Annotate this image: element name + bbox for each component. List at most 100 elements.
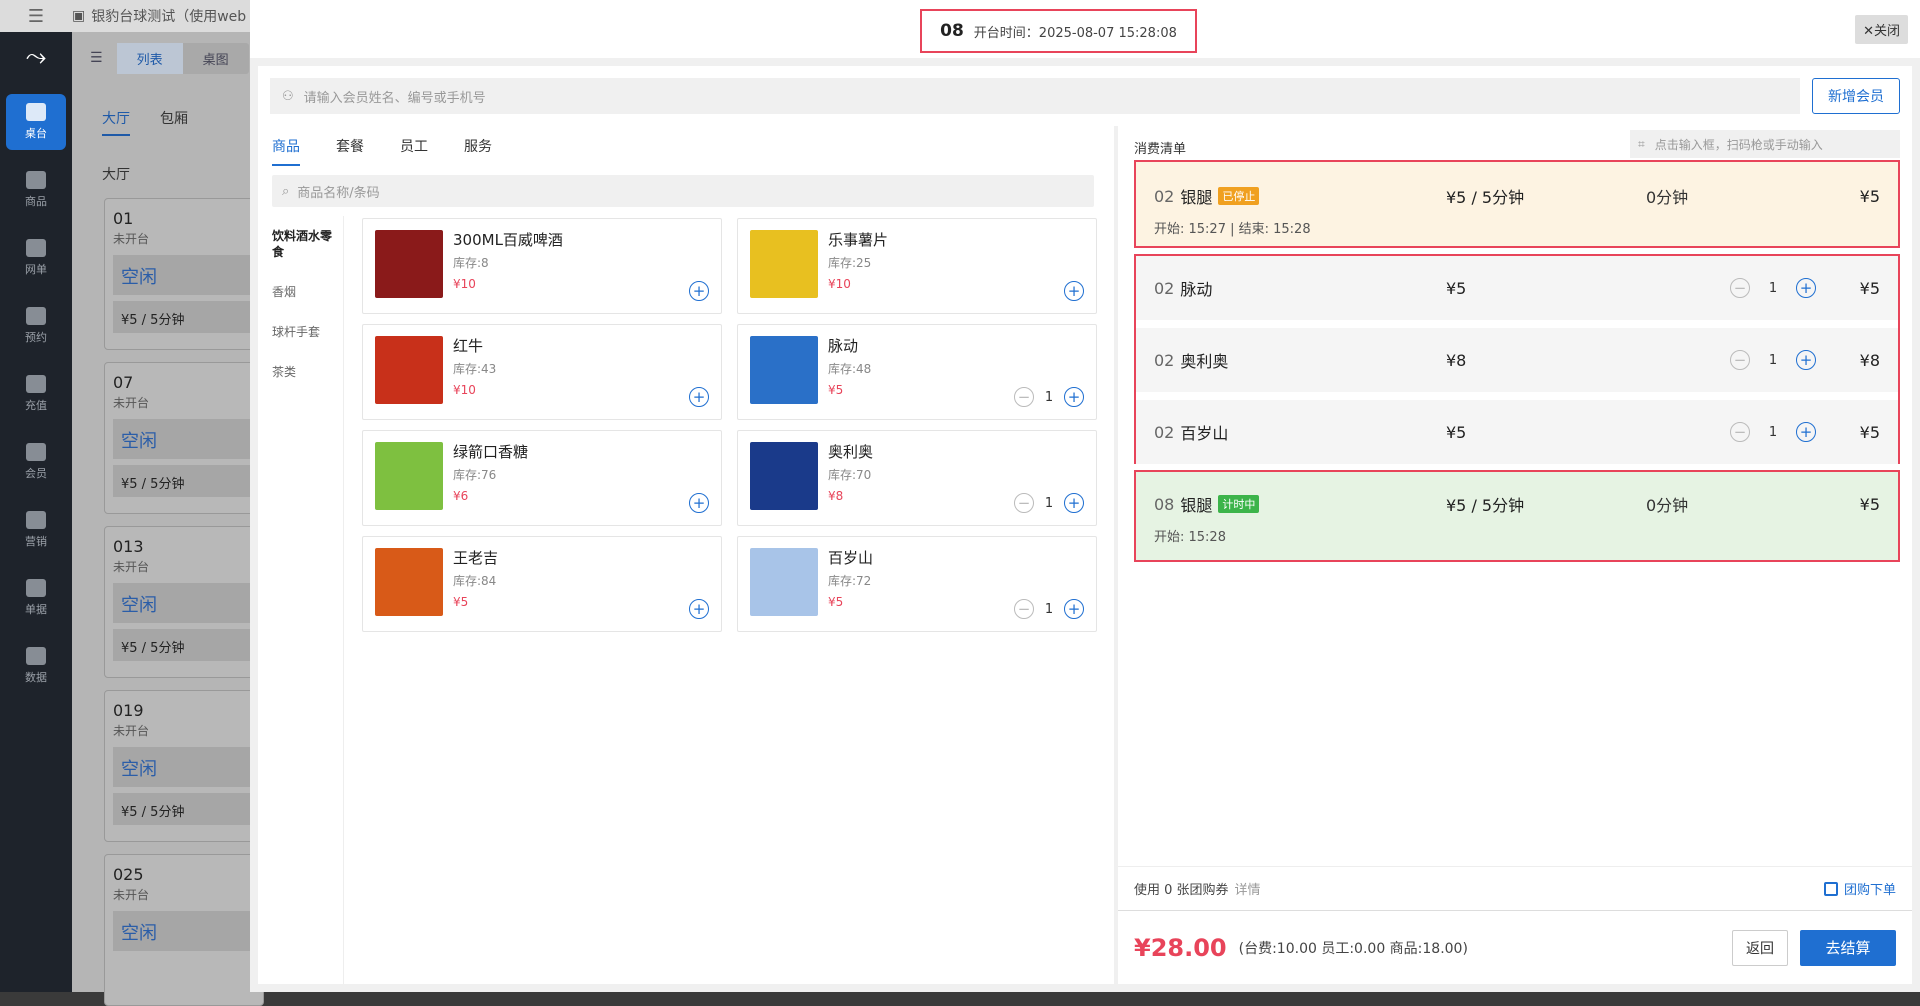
order-icon (26, 239, 46, 257)
plus-icon[interactable]: + (1064, 599, 1084, 619)
goods-stock: 库存:76 (453, 468, 497, 482)
table-state: 空闲 (113, 255, 255, 295)
bill-goods-row[interactable]: 02 脉动 ¥5 − 1 + ¥5 (1136, 256, 1898, 320)
sidebar-item-1[interactable]: 商品 (6, 162, 66, 218)
chart-icon (26, 647, 46, 665)
sidebar-item-0[interactable]: 桌台 (6, 94, 66, 150)
recharge-icon (26, 375, 46, 393)
goods-search-input[interactable]: ⌕ 商品名称/条码 (272, 175, 1094, 207)
goods-info: 奥利奥 库存:70 ¥8 (828, 441, 873, 503)
subcategory-item[interactable]: 茶类 (258, 352, 343, 392)
close-icon: ✕ (1863, 23, 1874, 38)
plus-icon[interactable]: + (689, 599, 709, 619)
quantity-stepper: + (689, 387, 709, 407)
view-map-tab[interactable]: 桌图 (183, 43, 249, 74)
quantity-stepper: − 1 + (1730, 350, 1816, 370)
category-tab[interactable]: 员工 (400, 136, 428, 166)
plus-icon[interactable]: + (1064, 281, 1084, 301)
new-member-button[interactable]: 新增会员 (1812, 78, 1900, 114)
goods-stock: 库存:84 (453, 574, 497, 588)
view-toggle[interactable]: 列表 桌图 (116, 42, 249, 74)
plus-icon[interactable]: + (1796, 350, 1816, 370)
plus-icon[interactable]: + (1064, 387, 1084, 407)
subcategory-item[interactable]: 球杆手套 (258, 312, 343, 352)
background-table-card[interactable]: 01 未开台 空闲 ¥5 / 5分钟 (104, 198, 264, 350)
area-tab-room[interactable]: 包厢 (160, 108, 188, 136)
back-button[interactable]: 返回 (1732, 929, 1788, 966)
menu-icon[interactable]: ☰ (0, 6, 72, 27)
goods-stock: 库存:70 (828, 468, 872, 482)
groupbuy-label: 团购下单 (1843, 883, 1896, 898)
item-qty: 1 (1768, 280, 1778, 296)
running-table-item[interactable]: 08 银腿 计时中 ¥5 / 5分钟 0分钟 ¥5 开始: 15:28 (1134, 470, 1900, 562)
subcategory-item[interactable]: 饮料酒水零食 (258, 216, 343, 272)
goods-stock: 库存:25 (828, 256, 872, 270)
plus-icon[interactable]: + (689, 387, 709, 407)
item-price: ¥5 (1446, 422, 1467, 442)
sidebar-item-label: 数据 (25, 671, 47, 684)
coupon-detail-link[interactable]: 详情 (1235, 879, 1261, 898)
goods-card[interactable]: 奥利奥 库存:70 ¥8 −1 + (737, 430, 1097, 526)
collapse-icon[interactable]: ☰ (90, 50, 103, 66)
minus-icon[interactable]: − (1014, 493, 1034, 513)
plus-icon[interactable]: + (1796, 278, 1816, 298)
table-number: 019 (113, 701, 144, 720)
category-tab[interactable]: 套餐 (336, 136, 364, 166)
close-button[interactable]: ✕关闭 (1855, 15, 1908, 44)
sidebar-item-5[interactable]: 会员 (6, 434, 66, 490)
checkout-bar: ¥28.00 (台费:10.00 员工:0.00 商品:18.00) 返回 去结… (1118, 910, 1912, 984)
goods-name: 乐事薯片 (828, 231, 889, 249)
sidebar-item-4[interactable]: 充值 (6, 366, 66, 422)
minus-icon[interactable]: − (1730, 422, 1750, 442)
background-table-view: ☰ 列表 桌图 大厅 包厢 大厅 01 未开台 空闲 ¥5 / 5分钟 07 未开台 空闲 ¥… (72, 32, 264, 1006)
search-icon: ⌕ (282, 183, 290, 199)
member-placeholder: 请输入会员姓名、编号或手机号 (303, 90, 486, 106)
open-table-dialog: 08 开台时间：2025-08-07 15:28:08 ✕关闭 ⚇ 请输入会员姓… (250, 0, 1920, 992)
item-name: 奥利奥 (1180, 352, 1229, 371)
goods-card[interactable]: 红牛 库存:43 ¥10 + (362, 324, 722, 420)
table-price: ¥5 / 5分钟 (113, 793, 255, 825)
goods-card[interactable]: 王老吉 库存:84 ¥5 + (362, 536, 722, 632)
table-status: 未开台 (113, 724, 150, 738)
sidebar-item-7[interactable]: 单据 (6, 570, 66, 626)
goods-card[interactable]: 300ML百威啤酒 库存:8 ¥10 + (362, 218, 722, 314)
minus-icon[interactable]: − (1730, 350, 1750, 370)
goods-card[interactable]: 绿箭口香糖 库存:76 ¥6 + (362, 430, 722, 526)
status-badge: 计时中 (1218, 495, 1260, 513)
plus-icon[interactable]: + (689, 493, 709, 513)
item-table-no: 02 (1154, 422, 1175, 442)
sidebar-item-2[interactable]: 网单 (6, 230, 66, 286)
sidebar-item-3[interactable]: 预约 (6, 298, 66, 354)
goods-card[interactable]: 脉动 库存:48 ¥5 −1 + (737, 324, 1097, 420)
area-tab-hall[interactable]: 大厅 (102, 108, 130, 136)
goods-card[interactable]: 乐事薯片 库存:25 ¥10 + (737, 218, 1097, 314)
scan-input[interactable]: ⌗ 点击输入框，扫码枪或手动输入 (1630, 130, 1900, 158)
sidebar-item-8[interactable]: 数据 (6, 638, 66, 694)
bill-goods-row[interactable]: 02 奥利奥 ¥8 − 1 + ¥8 (1136, 328, 1898, 392)
groupbuy-button[interactable]: 团购下单 (1823, 879, 1896, 898)
background-table-card[interactable]: 07 未开台 空闲 ¥5 / 5分钟 (104, 362, 264, 514)
subcategory-item[interactable]: 香烟 (258, 272, 343, 312)
view-list-tab[interactable]: 列表 (116, 42, 183, 74)
plus-icon[interactable]: + (689, 281, 709, 301)
stopped-table-item[interactable]: 02 银腿 已停止 ¥5 / 5分钟 0分钟 ¥5 开始: 15:27 | 结束: … (1134, 160, 1900, 248)
plus-icon[interactable]: + (1064, 493, 1084, 513)
goods-name: 百岁山 (828, 549, 874, 567)
bill-goods-row[interactable]: 02 百岁山 ¥5 − 1 + ¥5 (1136, 400, 1898, 464)
item-name: 脉动 (1180, 280, 1213, 299)
category-tab[interactable]: 商品 (272, 136, 300, 166)
minus-icon[interactable]: − (1014, 387, 1034, 407)
background-table-card[interactable]: 025 未开台 空闲 (104, 854, 264, 1006)
sidebar-item-6[interactable]: 营销 (6, 502, 66, 558)
background-table-card[interactable]: 013 未开台 空闲 ¥5 / 5分钟 (104, 526, 264, 678)
background-table-card[interactable]: 019 未开台 空闲 ¥5 / 5分钟 (104, 690, 264, 842)
app-title: ▣ 银豹台球测试（使用web (72, 6, 246, 26)
goods-card[interactable]: 百岁山 库存:72 ¥5 −1 + (737, 536, 1097, 632)
checkout-button[interactable]: 去结算 (1800, 929, 1896, 966)
minus-icon[interactable]: − (1730, 278, 1750, 298)
minus-icon[interactable]: − (1014, 599, 1034, 619)
category-tab[interactable]: 服务 (464, 136, 492, 166)
plus-icon[interactable]: + (1796, 422, 1816, 442)
member-search-input[interactable]: ⚇ 请输入会员姓名、编号或手机号 (270, 78, 1800, 114)
goods-info: 乐事薯片 库存:25 ¥10 (828, 229, 888, 291)
